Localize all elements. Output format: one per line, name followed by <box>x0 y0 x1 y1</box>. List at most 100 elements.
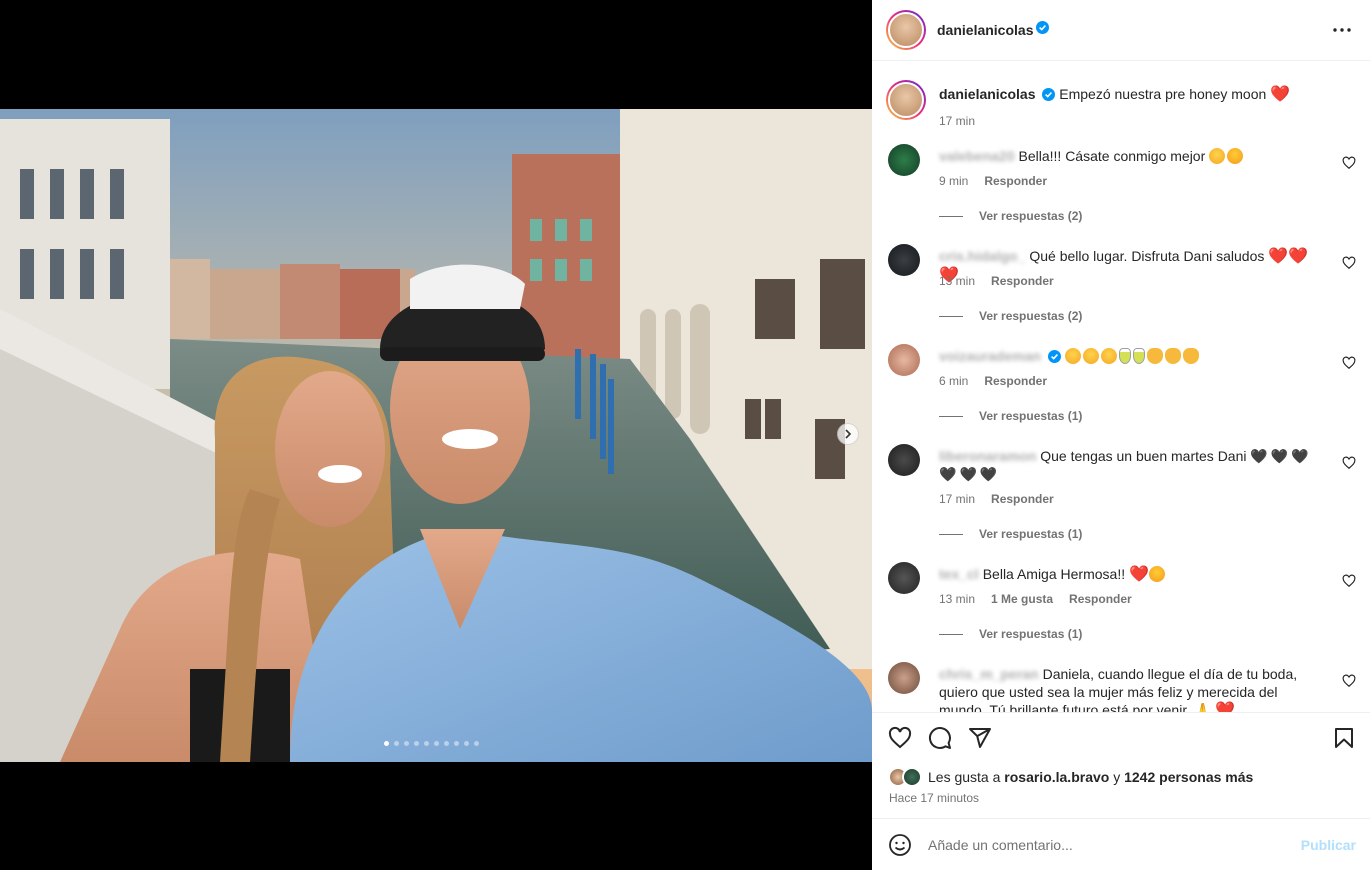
commenter-avatar[interactable] <box>888 662 920 694</box>
comments-list[interactable]: danielanicolas Empezó nuestra pre honey … <box>872 62 1370 712</box>
commenter-avatar[interactable] <box>888 344 920 376</box>
liker-avatars[interactable] <box>888 767 922 787</box>
carousel-next-button[interactable] <box>837 423 859 445</box>
comment-username[interactable]: chris_m_peran <box>939 666 1039 682</box>
comment-meta: 13 min Responder <box>939 274 1054 288</box>
comment-username[interactable]: liberonaramon <box>939 448 1036 464</box>
view-replies-button[interactable]: Ver respuestas (1) <box>939 627 1082 641</box>
reply-button[interactable]: Responder <box>984 174 1047 188</box>
send-icon[interactable] <box>968 726 992 750</box>
carousel-dot <box>414 741 419 746</box>
commenter-avatar[interactable] <box>888 444 920 476</box>
carousel-dot <box>404 741 409 746</box>
reply-button[interactable]: Responder <box>984 374 1047 388</box>
view-replies-button[interactable]: Ver respuestas (1) <box>939 409 1082 423</box>
view-replies-button[interactable]: Ver respuestas (2) <box>939 209 1082 223</box>
black-heart-emoji: 🖤 <box>939 466 957 482</box>
carousel-dot <box>444 741 449 746</box>
comment-username[interactable]: cris.hidalgo_ <box>939 248 1025 264</box>
publish-button[interactable]: Publicar <box>1301 837 1356 853</box>
bookmark-icon[interactable] <box>1332 726 1356 750</box>
divider <box>939 415 963 417</box>
red-heart-emoji: ❤️ <box>1268 248 1289 265</box>
black-heart-emoji: 🖤 <box>979 466 998 482</box>
comment-time: 6 min <box>939 374 969 388</box>
red-heart-emoji: ❤️ <box>1215 702 1236 712</box>
caption-author-avatar[interactable] <box>886 80 926 120</box>
verified-badge-icon <box>1042 87 1056 105</box>
carousel-dot <box>474 741 479 746</box>
black-heart-emoji: 🖤 <box>1250 448 1268 464</box>
likes-others[interactable]: 1242 personas más <box>1124 769 1253 785</box>
more-options-button[interactable] <box>1330 18 1354 42</box>
comment-username[interactable]: tex_cl <box>939 566 979 582</box>
caption-text: Empezó nuestra pre honey moon <box>1059 86 1267 102</box>
comment-like-heart-icon[interactable] <box>1342 574 1356 588</box>
author-username[interactable]: danielanicolas <box>937 22 1033 38</box>
comment-body: tex_cl Bella Amiga Hermosa!! ❤️ <box>939 565 1319 584</box>
view-replies-button[interactable]: Ver respuestas (1) <box>939 527 1082 541</box>
comment-like-heart-icon[interactable] <box>1342 156 1356 170</box>
author-avatar[interactable] <box>886 10 926 50</box>
chevron-right-icon <box>845 429 852 439</box>
comment-time: 13 min <box>939 274 976 288</box>
post-time: Hace 17 minutos <box>889 791 980 805</box>
view-replies-label: Ver respuestas (1) <box>979 409 1083 423</box>
comment-text: Que tengas un buen martes Dani <box>1040 448 1247 464</box>
emoji-icon[interactable] <box>888 833 912 857</box>
comment-time: 13 min <box>939 592 976 606</box>
comment-username[interactable]: valebena20 <box>939 148 1015 164</box>
divider <box>939 633 963 635</box>
reply-button[interactable]: Responder <box>991 492 1054 506</box>
clap-emoji <box>1146 348 1163 364</box>
carousel-dot <box>424 741 429 746</box>
likes-summary: Les gusta a rosario.la.bravo y 1242 pers… <box>888 767 1253 787</box>
commenter-avatar[interactable] <box>888 562 920 594</box>
comment-like-count[interactable]: 1 Me gusta <box>991 592 1053 606</box>
smiling-hearts-emoji <box>1082 348 1099 364</box>
clap-emoji <box>1164 348 1181 364</box>
media-pane <box>0 0 872 870</box>
reply-button[interactable]: Responder <box>991 274 1054 288</box>
view-replies-button[interactable]: Ver respuestas (2) <box>939 309 1082 323</box>
comment-like-heart-icon[interactable] <box>1342 356 1356 370</box>
laughing-emoji <box>1209 148 1226 164</box>
liker-username[interactable]: rosario.la.bravo <box>1004 769 1109 785</box>
comment-composer: Publicar <box>872 818 1370 870</box>
carousel-dots <box>384 741 479 746</box>
black-heart-emoji: 🖤 <box>1270 448 1289 464</box>
black-heart-emoji: 🖤 <box>1291 448 1309 464</box>
view-replies-label: Ver respuestas (2) <box>979 209 1083 223</box>
comment-meta: 9 min Responder <box>939 174 1047 188</box>
red-heart-emoji: ❤️ <box>1129 566 1149 583</box>
heart-icon[interactable] <box>888 726 912 750</box>
cocktail-emoji <box>1118 348 1131 364</box>
comment-input[interactable] <box>928 836 1301 853</box>
comment-username[interactable]: voizaurademan <box>939 348 1041 364</box>
verified-badge-icon <box>1047 349 1061 367</box>
venice-selfie-image <box>0 109 872 762</box>
red-heart-emoji: ❤️ <box>1270 86 1291 103</box>
clap-emoji <box>1182 348 1199 364</box>
comment-meta: 13 min 1 Me gusta Responder <box>939 592 1132 606</box>
comment-meta: 17 min Responder <box>939 492 1054 506</box>
view-replies-label: Ver respuestas (2) <box>979 309 1083 323</box>
comment-text: Bella Amiga Hermosa!! <box>982 566 1126 582</box>
caption-username[interactable]: danielanicolas <box>939 86 1035 102</box>
comment-like-heart-icon[interactable] <box>1342 674 1356 688</box>
comment-icon[interactable] <box>928 726 952 750</box>
post-actions <box>888 726 992 750</box>
reply-button[interactable]: Responder <box>1069 592 1132 606</box>
post-photo[interactable] <box>0 109 872 762</box>
view-replies-label: Ver respuestas (1) <box>979 527 1083 541</box>
comment-text: Qué bello lugar. Disfruta Dani saludos <box>1029 248 1265 264</box>
commenter-avatar[interactable] <box>888 244 920 276</box>
carousel-dot <box>454 741 459 746</box>
comment-like-heart-icon[interactable] <box>1342 256 1356 270</box>
commenter-avatar[interactable] <box>888 144 920 176</box>
carousel-dot <box>384 741 389 746</box>
post-sidebar: danielanicolas danielanicolas Empezó nue… <box>872 0 1370 870</box>
comment-like-heart-icon[interactable] <box>1342 456 1356 470</box>
carousel-dot <box>394 741 399 746</box>
divider <box>939 315 963 317</box>
